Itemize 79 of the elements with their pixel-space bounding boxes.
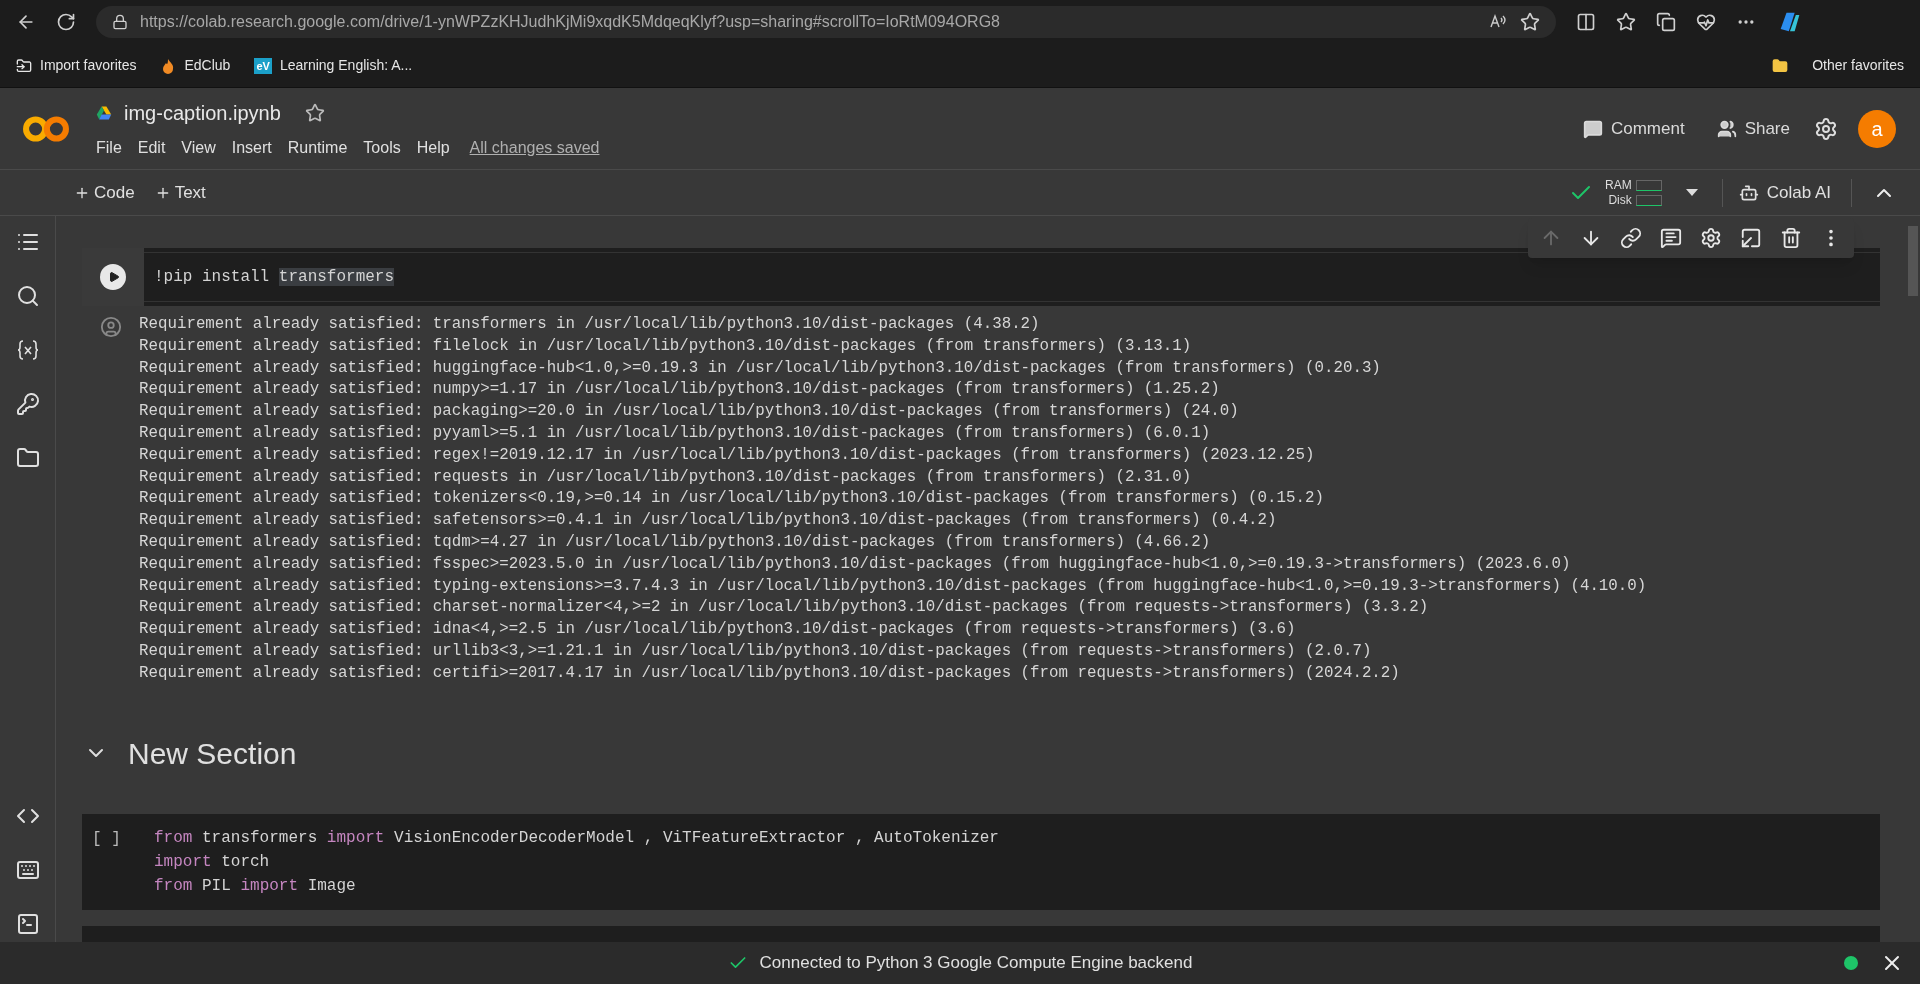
output-line: Requirement already satisfied: huggingface-hub<1.0,>=0.19.3 in /usr/local/lib/python3.10/dist-packages (from transformers) (0.20.3) bbox=[139, 357, 1382, 379]
output-user-icon bbox=[99, 316, 122, 338]
code-line: !pip install transformers bbox=[154, 267, 396, 288]
output-line: Requirement already satisfied: pyyaml>=5.1 in /usr/local/lib/python3.10/dist-packages (from transformers) (6.0.1) bbox=[139, 423, 1212, 444]
terminal-icon[interactable] bbox=[15, 912, 40, 936]
collections-icon[interactable] bbox=[1656, 12, 1676, 32]
code-line: import torch bbox=[154, 851, 271, 873]
code-line: from transformers import VisionEncoderDecoderModel , ViTFeatureExtractor , AutoTokenizer bbox=[154, 827, 1000, 849]
output-line: Requirement already satisfied: filelock in /usr/local/lib/python3.10/dist-packages (from transformers) (3.13.1) bbox=[139, 335, 1193, 357]
comment-button[interactable]: Comment bbox=[1582, 115, 1685, 142]
delete-icon[interactable] bbox=[1780, 227, 1802, 249]
comment-icon[interactable] bbox=[1660, 227, 1682, 249]
drive-icon bbox=[96, 104, 112, 121]
mirror-cell-icon[interactable] bbox=[1740, 227, 1762, 249]
key-icon[interactable] bbox=[15, 392, 40, 416]
output-line: Requirement already satisfied: idna<4,>=2.5 in /usr/local/lib/python3.10/dist-packages (from requests->transformers) (3.6) bbox=[139, 619, 1297, 641]
output-line: Requirement already satisfied: packaging>=20.0 in /usr/local/lib/python3.10/dist-packages (from transformers) (24.0) bbox=[139, 401, 1240, 423]
bookmark-link[interactable]: Learning English: A... bbox=[279, 55, 413, 76]
output-line: Requirement already satisfied: numpy>=1.17 in /usr/local/lib/python3.10/dist-packages (from transformers) (1.25.2) bbox=[139, 379, 1221, 401]
output-line: Requirement already satisfied: tqdm>=4.27 in /usr/local/lib/python3.10/dist-packages (from transformers) (4.66.2) bbox=[139, 531, 1212, 553]
menu-item[interactable]: Insert bbox=[231, 135, 272, 160]
folder-icon bbox=[1772, 57, 1789, 74]
split-screen-icon[interactable] bbox=[1576, 12, 1596, 32]
resources-meter[interactable]: RAM Disk bbox=[1605, 177, 1662, 208]
settings-icon[interactable] bbox=[1814, 116, 1838, 141]
people-icon bbox=[1716, 118, 1737, 139]
menu-item[interactable]: File bbox=[96, 135, 122, 160]
code-cell[interactable] bbox=[82, 925, 1880, 942]
output-line: Requirement already satisfied: urllib3<3,>=1.21.1 in /usr/local/lib/python3.10/dist-packages (from requests->transformers) (2.0.7) bbox=[139, 640, 1373, 662]
menu-item[interactable]: Edit bbox=[137, 135, 166, 160]
colab-ai-button[interactable]: Colab AI bbox=[1738, 179, 1831, 206]
output-line: Requirement already satisfied: transformers in /usr/local/lib/python3.10/dist-packages (4.38.2) bbox=[139, 314, 1041, 335]
search-icon[interactable] bbox=[15, 284, 40, 308]
menu-item[interactable]: Help bbox=[416, 135, 450, 160]
code-line: from PIL import Image bbox=[154, 875, 357, 897]
output-line: Requirement already satisfied: typing-extensions>=3.7.4.3 in /usr/local/lib/python3.10/dist-packages (from huggingface-hub<1.0,>=0.19.3->transformers) (4.10.0) bbox=[139, 575, 1647, 597]
output-line: Requirement already satisfied: tokenizers<0.19,>=0.14 in /usr/local/lib/python3.10/dist-packages (from transformers) (0.15.2) bbox=[139, 488, 1325, 510]
favorite-star-icon[interactable] bbox=[1520, 12, 1540, 32]
code-cell[interactable]: [ ] from transformers import VisionEncoderDecoderModel , ViTFeatureExtractor , AutoTokenizer import torch from PIL import Image bbox=[82, 813, 1880, 910]
status-text: Connected to Python 3 Google Compute Engine backend bbox=[759, 952, 1193, 975]
import-folder-icon bbox=[16, 57, 32, 74]
scrollbar[interactable] bbox=[1908, 226, 1918, 296]
url-text: https://colab.research.google.com/drive/1-ynWPZzKHJudhKjMi9xqdK5MdqeqKlyf?usp=sharing#scrollTo=IoRtM094ORG8 bbox=[140, 12, 1001, 32]
share-button[interactable]: Share bbox=[1716, 115, 1790, 142]
save-status-link[interactable]: All changes saved bbox=[469, 135, 600, 160]
address-bar[interactable]: https://colab.research.google.com/drive/1-ynWPZzKHJudhKjMi9xqdK5MdqeqKlyf?usp=sharing#scrollTo=IoRtM094ORG8 bbox=[96, 6, 1556, 38]
menu-item[interactable]: Runtime bbox=[287, 135, 348, 160]
settings-icon[interactable] bbox=[1700, 227, 1722, 249]
bookmark-logo: eV bbox=[254, 57, 272, 74]
reload-icon[interactable] bbox=[56, 12, 76, 32]
output-line: Requirement already satisfied: fsspec>=2023.5.0 in /usr/local/lib/python3.10/dist-packages (from huggingface-hub<1.0,>=0.19.3->transformers) (2023.6.0) bbox=[139, 553, 1572, 575]
run-button[interactable] bbox=[100, 264, 126, 290]
command-palette-icon[interactable] bbox=[15, 858, 40, 882]
output-line: Requirement already satisfied: safetensors>=0.4.1 in /usr/local/lib/python3.10/dist-packages (from transformers) (0.4.2) bbox=[139, 510, 1278, 532]
lock-icon bbox=[112, 14, 128, 30]
output-line: Requirement already satisfied: charset-normalizer<4,>=2 in /usr/local/lib/python3.10/dist-packages (from requests->transformers) (3.3.2) bbox=[139, 597, 1430, 619]
notebook-title[interactable]: img-caption.ipynb bbox=[124, 97, 281, 128]
bookmark-link[interactable]: EdClub bbox=[184, 55, 231, 76]
code-cell[interactable]: !pip install transformers bbox=[82, 248, 1880, 306]
output-line: Requirement already satisfied: regex!=2019.12.17 in /usr/local/lib/python3.10/dist-packages (from transformers) (2023.12.25) bbox=[139, 444, 1316, 466]
files-icon[interactable] bbox=[15, 446, 40, 470]
menu-item[interactable]: Tools bbox=[363, 135, 401, 160]
comment-icon bbox=[1582, 118, 1603, 139]
play-icon bbox=[108, 271, 120, 283]
link-icon[interactable] bbox=[1620, 227, 1642, 249]
add-cell-button[interactable]: Code bbox=[74, 179, 135, 206]
add-cell-button[interactable]: Text bbox=[154, 179, 206, 206]
variables-icon[interactable] bbox=[15, 338, 40, 362]
health-icon[interactable] bbox=[1696, 12, 1716, 32]
dropdown-caret-icon[interactable] bbox=[1685, 188, 1698, 197]
bookmark-link[interactable]: Import favorites bbox=[40, 55, 137, 76]
section-heading: New Section bbox=[128, 735, 297, 772]
bookmark-link[interactable]: Other favorites bbox=[1812, 55, 1904, 76]
menu-item[interactable]: View bbox=[181, 135, 216, 160]
favorites-icon[interactable] bbox=[1616, 12, 1636, 32]
output-line: Requirement already satisfied: certifi>=2017.4.17 in /usr/local/lib/python3.10/dist-packages (from requests->transformers) (2024.2.2) bbox=[139, 662, 1401, 684]
star-icon[interactable] bbox=[304, 102, 325, 123]
output-line: Requirement already satisfied: requests in /usr/local/lib/python3.10/dist-packages (from transformers) (2.31.0) bbox=[139, 466, 1193, 488]
run-button[interactable]: [ ] bbox=[92, 829, 121, 848]
